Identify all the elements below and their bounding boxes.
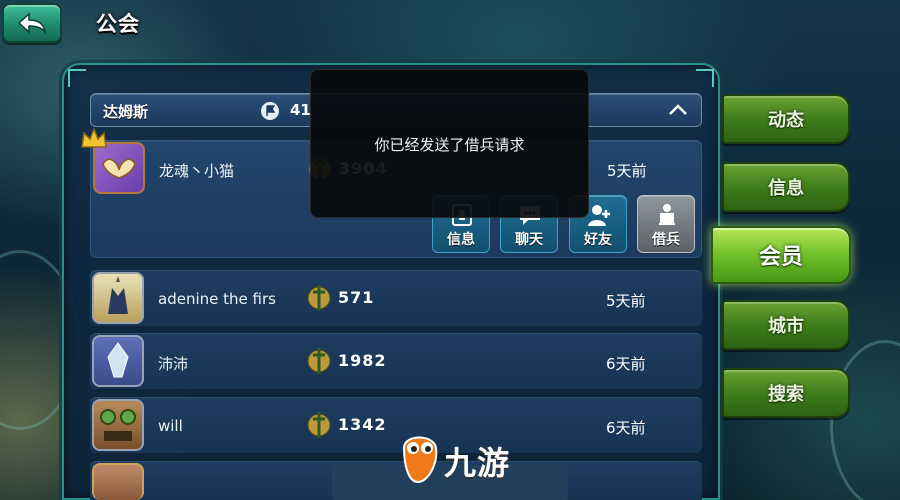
back-arrow-icon: [17, 12, 47, 34]
chevron-up-icon: [669, 104, 687, 115]
collapse-button[interactable]: [667, 100, 689, 120]
add-friend-button-label: 好友: [584, 232, 612, 248]
sword-shield-icon: [306, 282, 332, 314]
watermark-text: 九游: [444, 444, 511, 482]
avatar: [93, 142, 145, 194]
back-button[interactable]: [2, 3, 62, 43]
panel-corner-ornament: [68, 69, 86, 87]
tab-search[interactable]: 搜索: [722, 368, 850, 418]
member-last-seen: 6天前: [606, 355, 646, 373]
guild-member-count: 41: [290, 101, 311, 119]
tab-city-label: 城市: [768, 316, 804, 337]
tab-info-label: 信息: [768, 178, 804, 199]
member-name: will: [158, 417, 183, 435]
tab-news-label: 动态: [768, 110, 804, 131]
flag-icon: [261, 102, 279, 120]
info-button-label: 信息: [447, 232, 475, 248]
member-row[interactable]: adenine the firs 571 5天前: [90, 270, 702, 326]
guild-name: 达姆斯: [103, 103, 149, 121]
tab-search-label: 搜索: [768, 384, 804, 405]
panel-corner-ornament: [696, 69, 714, 87]
tab-info[interactable]: 信息: [722, 162, 850, 212]
toast-message: 你已经发送了借兵请求: [374, 136, 525, 154]
avatar: [92, 463, 144, 500]
add-friend-icon: [588, 205, 610, 226]
member-score: 1342: [338, 415, 387, 434]
member-name: 龙魂丶小猫: [159, 162, 235, 180]
borrow-troops-button-label: 借兵: [652, 232, 680, 248]
member-row[interactable]: will 1342 6天前: [90, 397, 702, 453]
avatar: [92, 399, 144, 451]
member-last-seen: 6天前: [606, 419, 646, 437]
member-score: 571: [338, 288, 375, 307]
member-last-seen: 5天前: [606, 292, 646, 310]
chat-button-label: 聊天: [515, 232, 543, 248]
member-last-seen: 5天前: [607, 162, 647, 180]
sword-shield-icon: [306, 409, 332, 441]
member-name: 沛沛: [158, 355, 189, 373]
toast-notification: 你已经发送了借兵请求: [310, 69, 589, 218]
tab-news[interactable]: 动态: [722, 94, 850, 144]
sword-shield-icon: [306, 345, 332, 377]
member-row[interactable]: 沛沛 1982 6天前: [90, 333, 702, 389]
page-title: 公会: [96, 12, 140, 36]
borrow-troops-button[interactable]: 借兵: [637, 195, 695, 253]
tab-city[interactable]: 城市: [722, 300, 850, 350]
member-name: adenine the firs: [158, 290, 276, 308]
soldier-icon: [659, 204, 675, 225]
avatar: [92, 335, 144, 387]
member-score: 1982: [338, 351, 387, 370]
tab-members[interactable]: 会员: [711, 226, 851, 284]
crown-icon: [81, 127, 107, 148]
tab-members-label: 会员: [758, 245, 803, 270]
avatar: [92, 272, 144, 324]
